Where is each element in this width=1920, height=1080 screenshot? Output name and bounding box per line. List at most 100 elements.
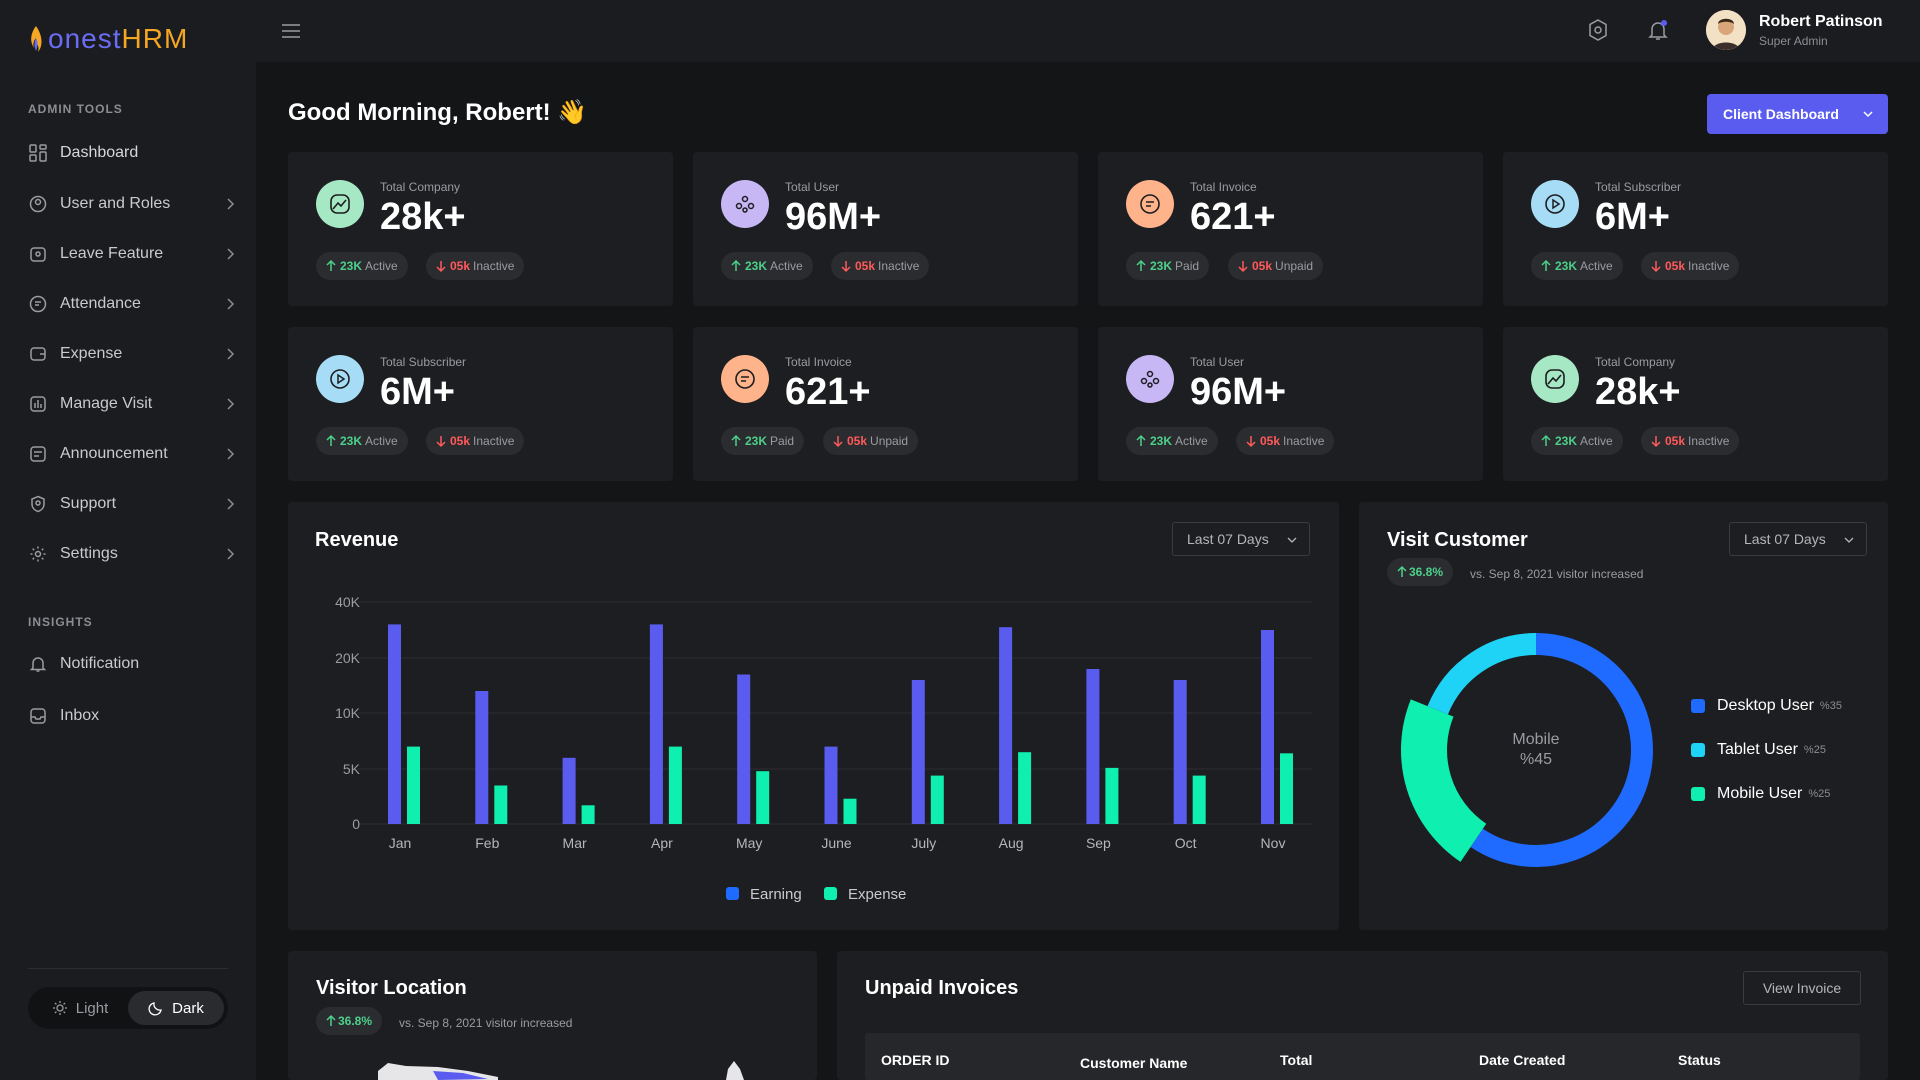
sidebar-item-settings[interactable]: Settings [28, 536, 238, 572]
x-tick-label: July [911, 835, 936, 851]
leave-icon [28, 244, 48, 264]
unpaid-invoices-title: Unpaid Invoices [865, 977, 1019, 999]
revenue-panel: Revenue Last 07 Days 0 5K 10K 20K 40K Jan Feb M… [288, 502, 1339, 930]
support-icon [28, 494, 48, 514]
stat-value: 621+ [785, 371, 871, 413]
bar-earning [1261, 630, 1274, 824]
stat-down-badge: 05k Unpaid [823, 427, 919, 455]
sidebar-item-manage-visit[interactable]: Manage Visit [28, 386, 238, 422]
stat-card[interactable]: Total Invoice 621+ 23K Paid 05k Unpaid [1098, 152, 1483, 306]
stat-card[interactable]: Total User 96M+ 23K Active 05k Inactive [1098, 327, 1483, 481]
settings-icon [28, 544, 48, 564]
client-dashboard-button[interactable]: Client Dashboard [1707, 94, 1888, 134]
sidebar-item-label: Attendance [60, 295, 141, 312]
stat-card[interactable]: Total Subscriber 6M+ 23K Active 05k Inactive [1503, 152, 1888, 306]
column-header[interactable]: Total [1280, 1052, 1312, 1068]
stat-label: Total Company [1595, 355, 1676, 369]
insights-heading: INSIGHTS [28, 615, 93, 629]
bar-expense [930, 775, 944, 824]
expense-icon [28, 344, 48, 364]
theme-dark-label: Dark [172, 999, 204, 1017]
column-header[interactable]: ORDER ID [881, 1052, 949, 1068]
x-tick-label: Jan [389, 835, 412, 851]
theme-toggle[interactable]: Light Dark [28, 987, 228, 1029]
stat-down-badge: 05k Unpaid [1228, 252, 1324, 280]
brand-logo[interactable]: onestHRM [28, 22, 188, 56]
sidebar-item-dashboard[interactable]: Dashboard [28, 135, 238, 171]
moon-icon [148, 1002, 162, 1016]
admin-tools-heading: ADMIN TOOLS [28, 102, 123, 116]
sidebar-item-leave-feature[interactable]: Leave Feature [28, 236, 238, 272]
avatar[interactable] [1706, 10, 1746, 50]
revenue-bar-chart: 0 5K 10K 20K 40K Jan Feb Mar Apr May June July Aug Se… [335, 594, 1312, 903]
stat-card[interactable]: Total Invoice 621+ 23K Paid 05k Unpaid [693, 327, 1078, 481]
stat-label: Total Invoice [785, 355, 852, 369]
user-name[interactable]: Robert Patinson [1759, 13, 1883, 31]
bar-expense [581, 805, 595, 824]
sidebar-divider [28, 968, 228, 969]
stat-card[interactable]: Total Company 28k+ 23K Active 05k Inactive [1503, 327, 1888, 481]
sidebar-item-announcement[interactable]: Announcement [28, 436, 238, 472]
theme-light-label: Light [75, 999, 109, 1017]
chevron-down-icon [1863, 111, 1873, 118]
stat-value: 28k+ [1595, 371, 1681, 413]
bar-earning [824, 746, 838, 824]
sidebar-item-notification[interactable]: Notification [28, 646, 238, 682]
theme-light-option[interactable]: Light [32, 991, 128, 1025]
stat-card[interactable]: Total Company 28k+ 23K Active 05k Inactive [288, 152, 673, 306]
stat-label: Total User [785, 180, 840, 194]
chevron-right-icon [227, 348, 235, 360]
x-tick-label: Mar [563, 835, 587, 851]
stat-up-badge: 23K Active [316, 427, 408, 455]
x-tick-label: June [821, 835, 852, 851]
chevron-right-icon [227, 198, 235, 210]
sidebar-item-user-roles[interactable]: User and Roles [28, 186, 238, 222]
bar-earning [388, 624, 401, 824]
stat-label: Total Invoice [1190, 180, 1257, 194]
visitor-location-panel: Visitor Location 36.8% vs. Sep 8, 2021 v… [288, 951, 817, 1080]
dashboard-icon [28, 143, 48, 163]
stat-value: 6M+ [380, 371, 455, 413]
bar-expense [1018, 752, 1032, 824]
stat-card[interactable]: Total Subscriber 6M+ 23K Active 05k Inactive [288, 327, 673, 481]
stat-value: 96M+ [1190, 371, 1287, 413]
arrow-up-icon [1541, 259, 1551, 271]
client-dashboard-label: Client Dashboard [1723, 106, 1839, 122]
column-header[interactable]: Date Created [1479, 1052, 1565, 1068]
sidebar-item-label: User and Roles [60, 195, 171, 212]
x-tick-label: Oct [1175, 835, 1197, 851]
arrow-down-icon [1651, 261, 1661, 273]
bar-earning [1086, 669, 1100, 824]
theme-dark-option[interactable]: Dark [128, 991, 224, 1025]
attendance-icon [28, 294, 48, 314]
chevron-right-icon [227, 248, 235, 260]
flame-logo-icon [31, 26, 42, 52]
legend-desktop-user: Desktop User %35 [1691, 697, 1842, 715]
sidebar-item-support[interactable]: Support [28, 486, 238, 522]
arrow-down-icon [436, 261, 446, 273]
bar-earning [1173, 680, 1187, 824]
visit-donut-chart: Mobile %45 [1401, 633, 1653, 867]
bar-expense [1105, 767, 1119, 824]
page-greeting: Good Morning, Robert! 👋 [288, 99, 588, 126]
brand-name-2: HRM [121, 23, 189, 54]
bar-expense [407, 746, 420, 824]
sidebar-item-expense[interactable]: Expense [28, 336, 238, 372]
bell-icon [28, 654, 48, 674]
stat-down-badge: 05k Inactive [831, 252, 930, 280]
column-header[interactable]: Customer Name [1080, 1055, 1187, 1071]
sidebar-item-inbox[interactable]: Inbox [28, 698, 238, 734]
sun-icon [52, 1001, 67, 1015]
arrow-down-icon [1651, 436, 1661, 448]
hamburger-menu-icon[interactable] [280, 20, 302, 42]
settings-gear-icon[interactable] [1586, 18, 1610, 42]
chevron-right-icon [227, 298, 235, 310]
donut-slice-mobile [1401, 699, 1487, 862]
stat-card[interactable]: Total User 96M+ 23K Active 05k Inactive [693, 152, 1078, 306]
view-invoice-button[interactable]: View Invoice [1743, 971, 1861, 1005]
user-avatar-icon [1706, 10, 1746, 50]
donut-slice-desktop [1470, 633, 1653, 867]
column-header[interactable]: Status [1678, 1052, 1721, 1068]
notification-bell-icon[interactable] [1646, 18, 1670, 42]
sidebar-item-attendance[interactable]: Attendance [28, 286, 238, 322]
